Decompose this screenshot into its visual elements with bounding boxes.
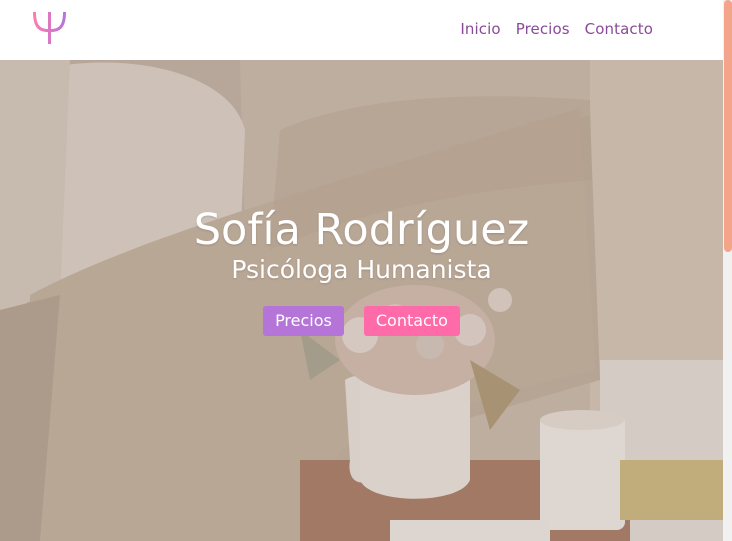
vertical-scrollbar[interactable] bbox=[723, 0, 732, 541]
precios-button[interactable]: Precios bbox=[263, 306, 344, 336]
hero-buttons: Precios Contacto bbox=[0, 306, 723, 336]
hero-subtitle: Psicóloga Humanista bbox=[231, 255, 492, 284]
hero-overlay bbox=[0, 60, 723, 541]
nav-link-precios[interactable]: Precios bbox=[516, 20, 570, 38]
main-nav: Inicio Precios Contacto bbox=[460, 20, 653, 38]
hero-section: Sofía Rodríguez Psicóloga Humanista Prec… bbox=[0, 60, 723, 541]
scrollbar-thumb[interactable] bbox=[724, 0, 732, 252]
contacto-button[interactable]: Contacto bbox=[363, 306, 460, 336]
psi-logo-icon[interactable] bbox=[29, 8, 69, 48]
nav-link-contacto[interactable]: Contacto bbox=[585, 20, 653, 38]
nav-link-inicio[interactable]: Inicio bbox=[460, 20, 500, 38]
hero-name: Sofía Rodríguez bbox=[193, 205, 530, 255]
site-header: Inicio Precios Contacto bbox=[0, 0, 723, 60]
